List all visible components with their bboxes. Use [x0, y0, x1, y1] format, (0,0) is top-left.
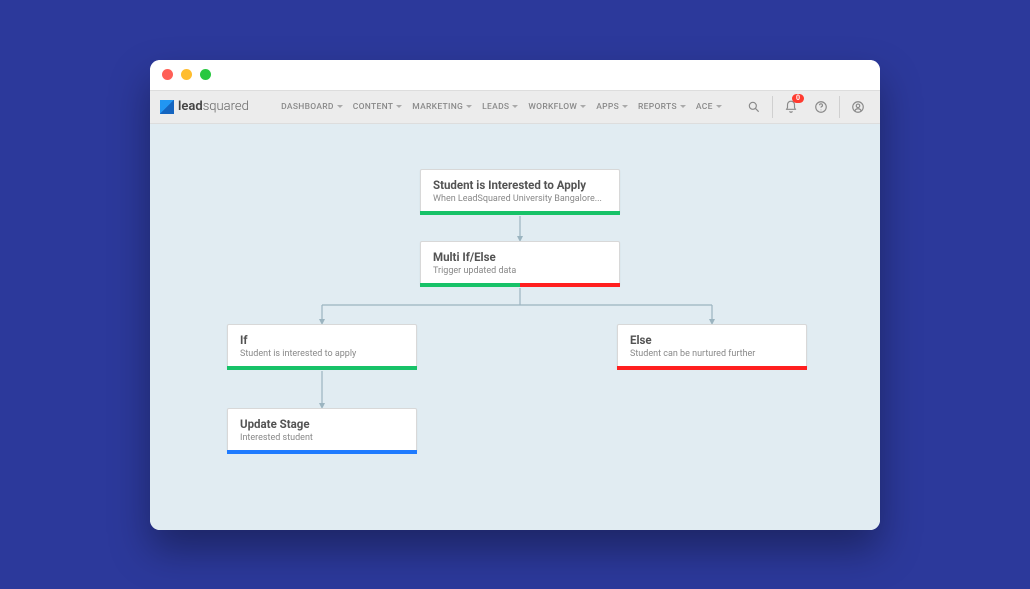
- node-accent: [420, 283, 620, 287]
- window-titlebar: [150, 60, 880, 90]
- chevron-down-icon: [580, 105, 586, 108]
- brand-logo-text: leadsquared: [178, 99, 249, 114]
- workflow-node-if[interactable]: If Student is interested to apply: [227, 324, 417, 368]
- chevron-down-icon: [337, 105, 343, 108]
- window-close-icon[interactable]: [162, 69, 173, 80]
- main-nav: DASHBOARD CONTENT MARKETING LEADS WORKFL…: [265, 98, 738, 116]
- node-title: Update Stage: [240, 417, 404, 431]
- nav-label: DASHBOARD: [281, 102, 334, 112]
- chevron-down-icon: [512, 105, 518, 108]
- workflow-node-start[interactable]: Student is Interested to Apply When Lead…: [420, 169, 620, 213]
- node-title: Else: [630, 333, 794, 347]
- brand-a: lead: [178, 99, 203, 114]
- notification-badge: 0: [792, 94, 804, 103]
- app-window: leadsquared DASHBOARD CONTENT MARKETING …: [150, 60, 880, 530]
- nav-label: WORKFLOW: [528, 102, 577, 112]
- nav-reports[interactable]: REPORTS: [634, 98, 690, 116]
- toolbar-actions: 0: [742, 95, 870, 119]
- window-minimize-icon[interactable]: [181, 69, 192, 80]
- node-accent: [227, 366, 417, 370]
- node-title: If: [240, 333, 404, 347]
- chevron-down-icon: [716, 105, 722, 108]
- brand-b: squared: [203, 99, 249, 114]
- nav-workflow[interactable]: WORKFLOW: [524, 98, 590, 116]
- help-icon[interactable]: [809, 95, 833, 119]
- brand-logo-icon: [160, 100, 174, 114]
- node-subtitle: Interested student: [240, 433, 404, 443]
- nav-marketing[interactable]: MARKETING: [408, 98, 476, 116]
- nav-label: REPORTS: [638, 102, 677, 112]
- node-accent: [227, 450, 417, 454]
- nav-label: APPS: [596, 102, 619, 112]
- nav-dashboard[interactable]: DASHBOARD: [277, 98, 347, 116]
- nav-label: CONTENT: [353, 102, 394, 112]
- nav-ace[interactable]: ACE: [692, 98, 726, 116]
- node-subtitle: Student is interested to apply: [240, 349, 404, 359]
- node-accent: [617, 366, 807, 370]
- nav-label: MARKETING: [412, 102, 463, 112]
- window-zoom-icon[interactable]: [200, 69, 211, 80]
- chevron-down-icon: [622, 105, 628, 108]
- node-accent: [420, 211, 620, 215]
- nav-leads[interactable]: LEADS: [478, 98, 522, 116]
- nav-content[interactable]: CONTENT: [349, 98, 407, 116]
- user-avatar-icon[interactable]: [846, 95, 870, 119]
- top-toolbar: leadsquared DASHBOARD CONTENT MARKETING …: [150, 90, 880, 124]
- workflow-canvas[interactable]: Student is Interested to Apply When Lead…: [150, 124, 880, 530]
- node-title: Multi If/Else: [433, 250, 607, 264]
- workflow-node-else[interactable]: Else Student can be nurtured further: [617, 324, 807, 368]
- chevron-down-icon: [396, 105, 402, 108]
- nav-label: LEADS: [482, 102, 509, 112]
- toolbar-divider: [772, 96, 773, 118]
- node-subtitle: Student can be nurtured further: [630, 349, 794, 359]
- search-icon[interactable]: [742, 95, 766, 119]
- toolbar-divider: [839, 96, 840, 118]
- bell-icon[interactable]: 0: [779, 95, 803, 119]
- chevron-down-icon: [680, 105, 686, 108]
- nav-label: ACE: [696, 102, 713, 112]
- brand-logo[interactable]: leadsquared: [160, 99, 249, 114]
- chevron-down-icon: [466, 105, 472, 108]
- workflow-node-update-stage[interactable]: Update Stage Interested student: [227, 408, 417, 452]
- node-title: Student is Interested to Apply: [433, 178, 607, 192]
- node-subtitle: When LeadSquared University Bangalore...: [433, 194, 607, 204]
- node-subtitle: Trigger updated data: [433, 266, 607, 276]
- nav-apps[interactable]: APPS: [592, 98, 632, 116]
- workflow-node-branch[interactable]: Multi If/Else Trigger updated data: [420, 241, 620, 285]
